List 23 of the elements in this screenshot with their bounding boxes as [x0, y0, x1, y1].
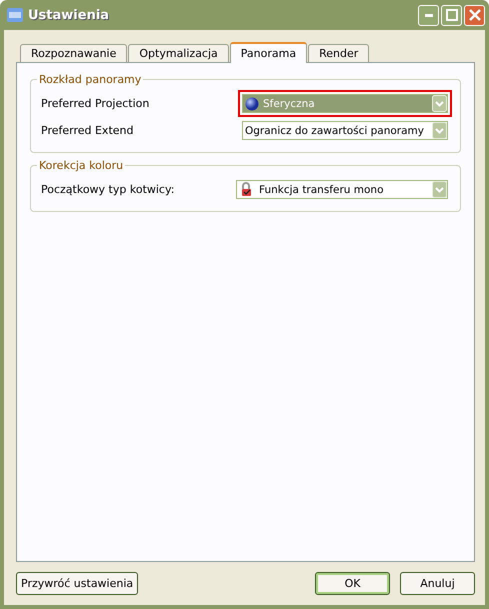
field-label: Początkowy typ kotwicy:	[41, 183, 176, 196]
maximize-button[interactable]	[441, 4, 462, 26]
tab[interactable]: Optymalizacja	[128, 44, 229, 62]
tab[interactable]: Render	[308, 44, 370, 62]
globe-icon	[245, 96, 259, 110]
close-icon	[468, 9, 480, 21]
dropdown[interactable]: Funkcja transferu mono	[236, 180, 448, 199]
group-title: Rozkład panoramy	[38, 73, 142, 86]
dialog-button[interactable]: OK	[315, 572, 390, 595]
window-title: Ustawienia	[28, 8, 110, 22]
maximize-icon	[446, 9, 458, 21]
dropdown[interactable]: Ogranicz do zawartości panoramy	[242, 121, 448, 140]
close-button[interactable]	[464, 4, 485, 26]
tab[interactable]: Panorama	[230, 42, 308, 63]
dialog-button[interactable]: Przywróć ustawienia	[16, 572, 138, 595]
group-title: Korekcja koloru	[38, 159, 124, 172]
minimize-button[interactable]	[418, 4, 439, 26]
minimize-icon	[424, 14, 432, 16]
tab[interactable]: Rozpoznawanie	[20, 44, 128, 62]
app-icon	[7, 8, 23, 22]
field-label: Preferred Extend	[41, 124, 134, 137]
field-label: Preferred Projection	[41, 97, 150, 110]
dialog-button[interactable]: Anuluj	[400, 572, 475, 595]
